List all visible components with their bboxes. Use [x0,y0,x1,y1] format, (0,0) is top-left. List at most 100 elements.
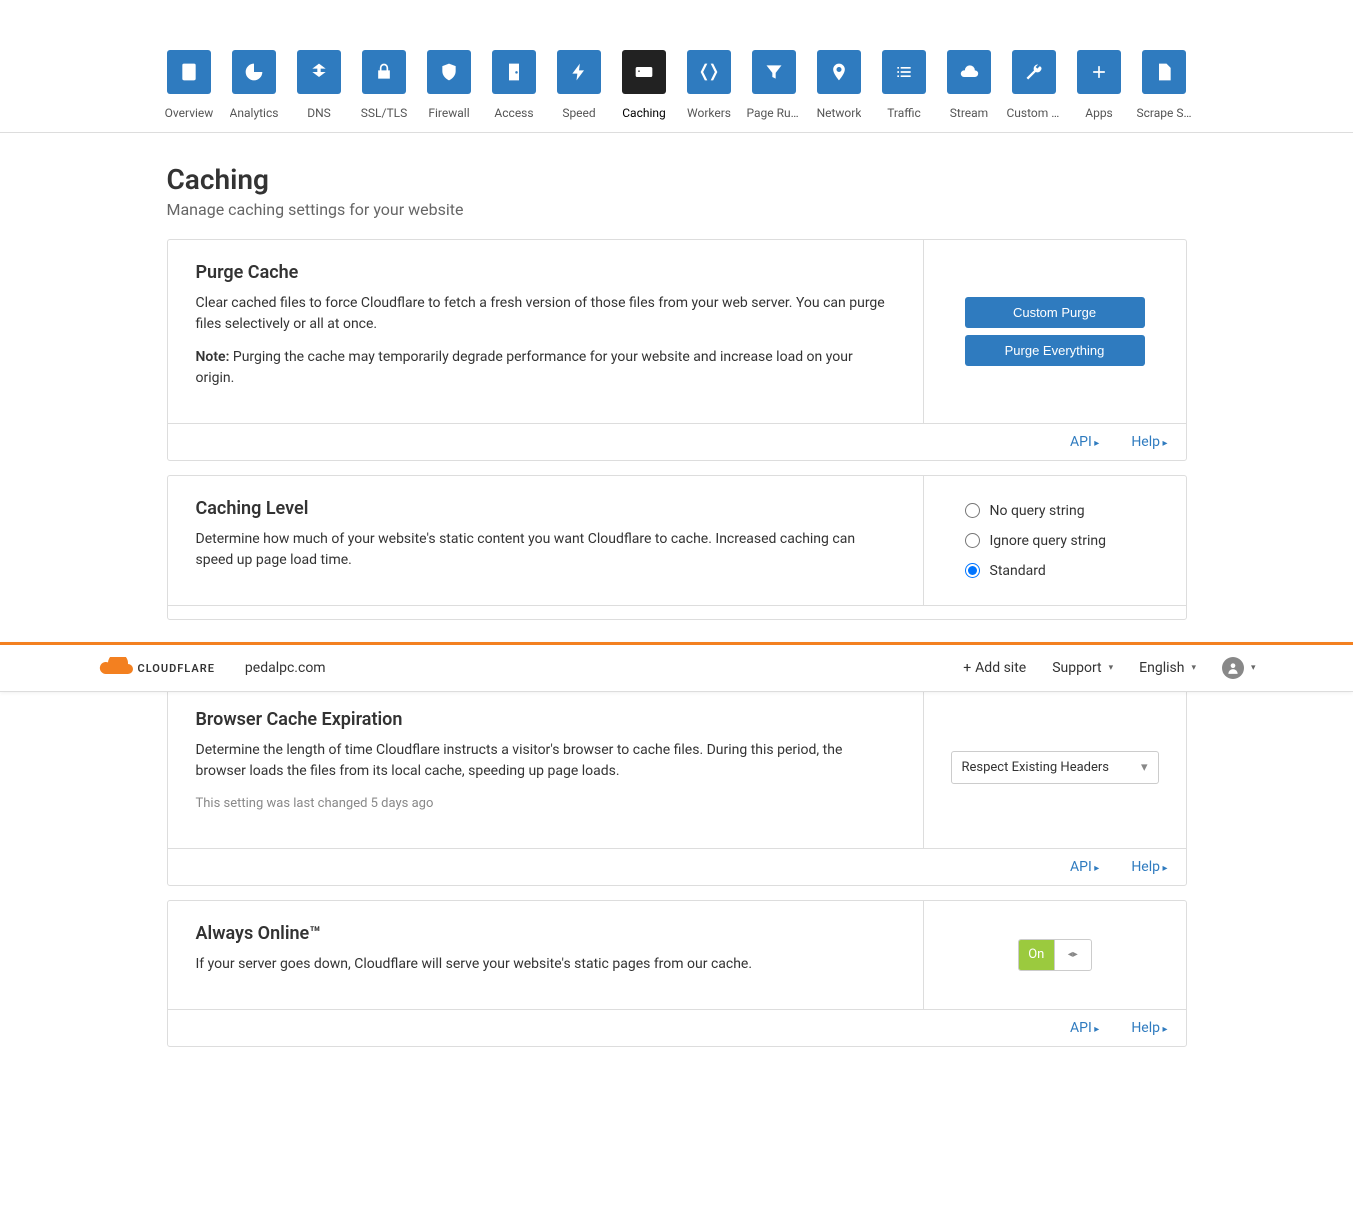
select-value: Respect Existing Headers [962,760,1110,775]
toggle-on-label: On [1019,940,1056,970]
nav-tab-firewall[interactable]: Firewall [422,50,477,132]
page-title: Caching [167,163,1187,196]
nav-label: Firewall [428,106,469,120]
add-site-link[interactable]: + Add site [963,660,1026,676]
nav-tab-custompages[interactable]: Custom P… [1007,50,1062,132]
language-dropdown[interactable]: English [1139,660,1196,676]
list-icon [882,50,926,94]
shield-icon [427,50,471,94]
lightning-icon [557,50,601,94]
cloud-icon [947,50,991,94]
lock-icon [362,50,406,94]
help-link[interactable]: Help [1131,434,1167,450]
nav-label: Caching [622,106,666,120]
help-link[interactable]: Help [1131,859,1167,875]
radio-input[interactable] [965,533,980,548]
user-avatar-icon [1222,657,1244,679]
site-name[interactable]: pedalpc.com [245,660,326,676]
caching-level-radio-group: No query string Ignore query string Stan… [965,503,1145,579]
browser-cache-select[interactable]: Respect Existing Headers [951,751,1159,784]
workers-icon [687,50,731,94]
card-note: Note: Purging the cache may temporarily … [196,347,895,389]
logo-text: CLOUDFLARE [138,662,215,675]
nav-tab-network[interactable]: Network [812,50,867,132]
nav-label: Traffic [887,106,921,120]
toggle-handle-icon: ◂▸ [1055,940,1091,970]
radio-label: Standard [990,563,1046,579]
card-title: Purge Cache [196,262,895,283]
clipboard-icon [167,50,211,94]
nav-label: Overview [165,106,214,120]
api-link[interactable]: API [1070,859,1099,875]
nav-label: Custom P… [1007,106,1062,120]
custom-purge-button[interactable]: Custom Purge [965,297,1145,328]
drive-icon [622,50,666,94]
user-menu[interactable] [1222,657,1256,679]
wrench-icon [1012,50,1056,94]
card-title: Caching Level [196,498,895,519]
card-desc: If your server goes down, Cloudflare wil… [196,954,895,975]
cloudflare-logo[interactable]: CLOUDFLARE [98,657,215,679]
nav-tab-pagerules[interactable]: Page Rules [747,50,802,132]
card-desc: Determine how much of your website's sta… [196,529,895,571]
api-link[interactable]: API [1070,434,1099,450]
always-online-toggle[interactable]: On ◂▸ [1018,939,1092,971]
nav-label: Speed [562,106,595,120]
radio-label: Ignore query string [990,533,1107,549]
nav-label: Apps [1085,106,1113,120]
nav-label: Stream [950,106,988,120]
nav-tab-overview[interactable]: Overview [162,50,217,132]
note-prefix: Note: [196,349,230,365]
plus-icon [1077,50,1121,94]
nav-tab-apps[interactable]: Apps [1072,50,1127,132]
card-purge-cache: Purge Cache Clear cached files to force … [167,239,1187,461]
support-dropdown[interactable]: Support [1052,660,1113,676]
funnel-icon [752,50,796,94]
nav-label: Scrape S… [1137,106,1192,120]
nav-tab-workers[interactable]: Workers [682,50,737,132]
add-site-label: Add site [975,660,1026,676]
radio-no-query[interactable]: No query string [965,503,1085,519]
card-desc: Clear cached files to force Cloudflare t… [196,293,895,335]
nav-label: SSL/TLS [361,106,407,120]
nav-label: Workers [687,106,731,120]
note-body: Purging the cache may temporarily degrad… [196,349,853,386]
card-title: Always Online™ [196,923,895,944]
page-subtitle: Manage caching settings for your website [167,200,1187,219]
nav-tab-analytics[interactable]: Analytics [227,50,282,132]
card-always-online: Always Online™ If your server goes down,… [167,900,1187,1047]
radio-input[interactable] [965,563,980,578]
sticky-header: CLOUDFLARE pedalpc.com + Add site Suppor… [0,642,1353,692]
nav-label: Page Rules [747,106,802,120]
card-caching-level: Caching Level Determine how much of your… [167,475,1187,620]
purge-everything-button[interactable]: Purge Everything [965,335,1145,366]
nav-tab-scrapeshield[interactable]: Scrape S… [1137,50,1192,132]
nav-tab-stream[interactable]: Stream [942,50,997,132]
plus-icon: + [963,660,971,676]
radio-label: No query string [990,503,1085,519]
nav-label: Access [494,106,533,120]
network-icon [297,50,341,94]
nav-tab-ssl[interactable]: SSL/TLS [357,50,412,132]
nav-label: Network [817,106,862,120]
radio-standard[interactable]: Standard [965,563,1046,579]
pin-icon [817,50,861,94]
last-changed: This setting was last changed 5 days ago [196,794,895,814]
document-icon [1142,50,1186,94]
help-link[interactable]: Help [1131,1020,1167,1036]
nav-label: DNS [307,106,331,120]
pie-chart-icon [232,50,276,94]
nav-tab-access[interactable]: Access [487,50,542,132]
card-browser-cache: Browser Cache Expiration Determine the l… [167,686,1187,886]
nav-label: Analytics [230,106,279,120]
radio-ignore-query[interactable]: Ignore query string [965,533,1107,549]
api-link[interactable]: API [1070,1020,1099,1036]
card-desc: Determine the length of time Cloudflare … [196,740,895,782]
radio-input[interactable] [965,503,980,518]
page-header: Caching Manage caching settings for your… [167,133,1187,239]
card-title: Browser Cache Expiration [196,709,895,730]
nav-tab-caching[interactable]: Caching [617,50,672,132]
nav-tab-dns[interactable]: DNS [292,50,347,132]
nav-tab-traffic[interactable]: Traffic [877,50,932,132]
nav-tab-speed[interactable]: Speed [552,50,607,132]
